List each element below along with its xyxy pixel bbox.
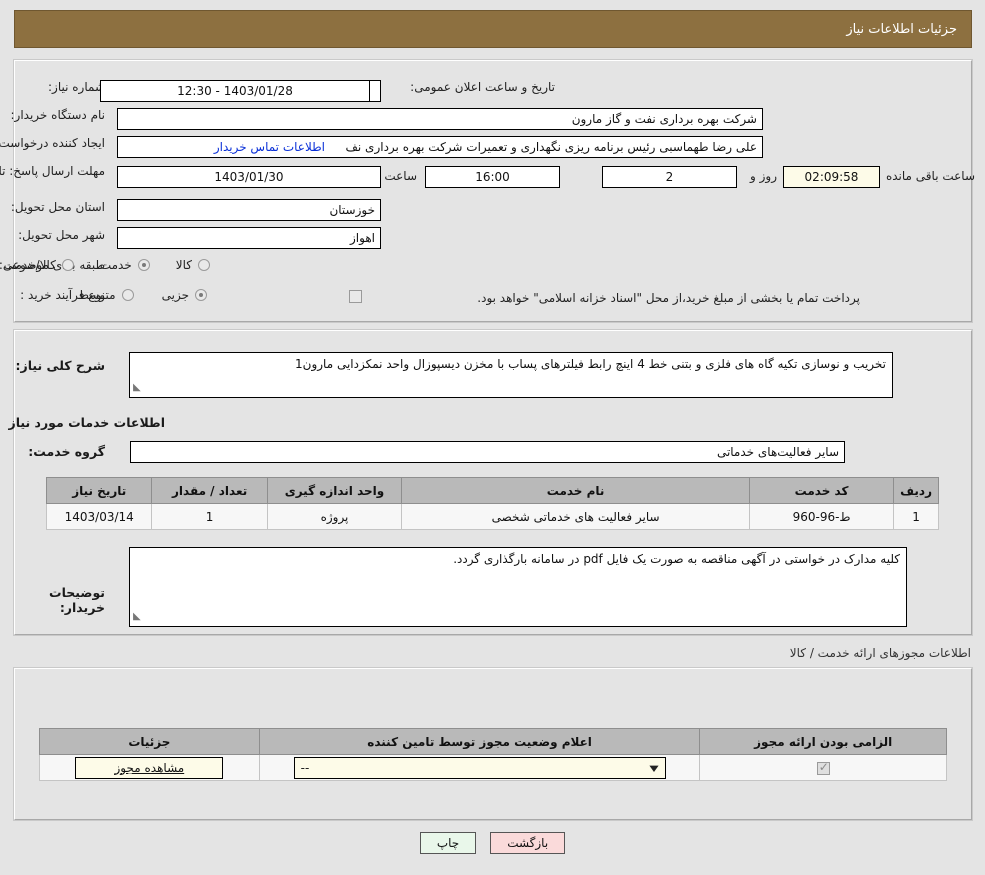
requester-row: ایجاد کننده درخواست: [0,136,105,150]
category-option-kala[interactable]: کالا [176,258,210,272]
cell-permit-detail: مشاهده مجوز [39,754,260,781]
radio-icon[interactable] [121,289,134,301]
category-option-kala-khedmat[interactable]: کالا/خدمت [4,258,74,272]
page-title-bar: جزئیات اطلاعات نیاز [14,10,972,48]
buyer-org-value: شرکت بهره برداری نفت و گاز مارون [117,108,763,130]
permit-status-select[interactable]: ▼ -- [293,756,666,779]
process-option-label: متوسط [77,288,116,302]
buyer-org-label: نام دستگاه خریدار: [10,108,106,122]
col-quantity: تعداد / مقدار [151,477,268,504]
process-radio-group: جزیی متوسط [78,288,207,302]
category-option-label: کالا/خدمت [3,258,56,272]
cell-permit-required [699,754,947,781]
announce-datetime-value: 1403/01/28 - 12:30 [100,80,370,102]
buyer-org-row: نام دستگاه خریدار: [11,108,106,122]
permit-status-value: -- [300,760,310,775]
table-row: ▼ -- مشاهده مجوز [39,754,947,781]
buyer-notes-box[interactable]: کلیه مدارک در خواستی در آگهی مناقصه به ص… [129,547,907,627]
page-root: AriaTender.net جزئیات اطلاعات نیاز شماره… [0,0,985,875]
buyer-contact-link[interactable]: اطلاعات تماس خریدار [214,140,325,154]
col-permit-required: الزامی بودن ارائه مجوز [699,728,947,755]
process-option-motavaset[interactable]: متوسط [78,288,134,302]
description-value-box[interactable]: تخریب و نوسازی تکیه گاه های فلزی و بتنی … [129,352,893,398]
permit-required-checkbox [816,760,830,775]
buyer-notes-label: توضیحات خریدار: [49,585,105,615]
col-index: ردیف [893,477,939,504]
deadline-hour-value: 16:00 [425,166,560,188]
chevron-down-icon: ▼ [649,762,659,773]
permits-section-title: اطلاعات مجوزهای ارائه خدمت / کالا [789,646,971,660]
deadline-date-value: 1403/01/30 [117,166,381,188]
service-group-value: سایر فعالیت‌های خدماتی [130,441,845,463]
remaining-time-label: ساعت باقی مانده [885,169,975,183]
province-value: خوزستان [117,199,381,221]
category-radio-group: کالا خدمت کالا/خدمت [4,258,210,272]
resize-grip-icon[interactable]: ◢ [133,608,141,625]
category-option-khedmat[interactable]: خدمت [100,258,150,272]
view-permit-button[interactable]: مشاهده مجوز [75,756,224,779]
col-permit-status: اعلام وضعیت مجوز توسط تامین کننده [258,728,701,755]
city-label: شهر محل تحویل: [18,228,105,242]
process-option-label: جزیی [161,288,189,302]
radio-icon[interactable] [198,259,210,271]
description-value: تخریب و نوسازی تکیه گاه های فلزی و بتنی … [295,357,886,371]
footer-button-bar: بازگشت چاپ [0,832,985,854]
col-unit: واحد اندازه گیری [266,477,403,504]
services-section-title: اطلاعات خدمات مورد نیاز [8,415,166,430]
col-name: نام خدمت [401,477,750,504]
requester-label: ایجاد کننده درخواست: [0,136,105,150]
back-button[interactable]: بازگشت [490,832,566,854]
table-header-row: ردیف کد خدمت نام خدمت واحد اندازه گیری ت… [45,477,939,504]
cell-quantity: 1 [151,503,268,530]
table-row: 1 ط-96-960 سایر فعالیت های خدماتی شخصی پ… [45,503,939,530]
col-permit-detail: جزئیات [39,728,260,755]
buyer-notes-value: کلیه مدارک در خواستی در آگهی مناقصه به ص… [453,552,900,566]
treasury-note: پرداخت تمام یا بخشی از مبلغ خرید،از محل … [477,291,860,305]
contact-link-wrap[interactable]: اطلاعات تماس خریدار [214,140,325,154]
services-table: ردیف کد خدمت نام خدمت واحد اندازه گیری ت… [45,477,939,530]
radio-icon[interactable] [61,259,74,271]
treasury-checkbox[interactable] [349,290,362,303]
province-row: استان محل تحویل: [11,200,105,214]
permits-table: الزامی بودن ارائه مجوز اعلام وضعیت مجوز … [39,728,947,781]
cell-unit: پروژه [266,503,403,530]
service-group-label: گروه خدمت: [28,444,105,459]
category-option-label: کالا [175,258,192,272]
deadline-row: مهلت ارسال پاسخ: تا تاریخ: [0,164,105,179]
province-label: استان محل تحویل: [10,200,105,214]
city-value: اهواز [117,227,381,249]
cell-index: 1 [893,503,939,530]
table-header-row: الزامی بودن ارائه مجوز اعلام وضعیت مجوز … [39,728,947,755]
need-number-label: شماره نیاز: [48,80,105,94]
announce-datetime-label: تاریخ و ساعت اعلان عمومی: [410,80,555,94]
cell-name: سایر فعالیت های خدماتی شخصی [401,503,750,530]
remaining-days-label: روز و [750,169,777,183]
cell-code: ط-96-960 [748,503,895,530]
remaining-time-value: 02:09:58 [783,166,880,188]
resize-grip-icon[interactable]: ◢ [133,379,141,396]
description-label: شرح کلی نیاز: [15,358,105,373]
process-option-jozee[interactable]: جزیی [162,288,207,302]
print-button[interactable]: چاپ [419,832,477,854]
cell-need-date: 1403/03/14 [45,503,153,530]
need-number-row: شماره نیاز: [48,80,105,94]
page-title: جزئیات اطلاعات نیاز [846,21,957,37]
announce-datetime-label-wrap: تاریخ و ساعت اعلان عمومی: [410,80,555,94]
col-code: کد خدمت [748,477,895,504]
deadline-hour-label: ساعت [384,169,417,183]
col-need-date: تاریخ نیاز [45,477,153,504]
radio-icon[interactable] [195,289,207,301]
city-row: شهر محل تحویل: [18,228,105,242]
category-option-label: خدمت [99,258,132,272]
remaining-days-value: 2 [602,166,737,188]
radio-icon[interactable] [137,259,150,271]
cell-permit-status: ▼ -- [258,754,701,781]
deadline-label: مهلت ارسال پاسخ: تا تاریخ: [0,164,105,178]
